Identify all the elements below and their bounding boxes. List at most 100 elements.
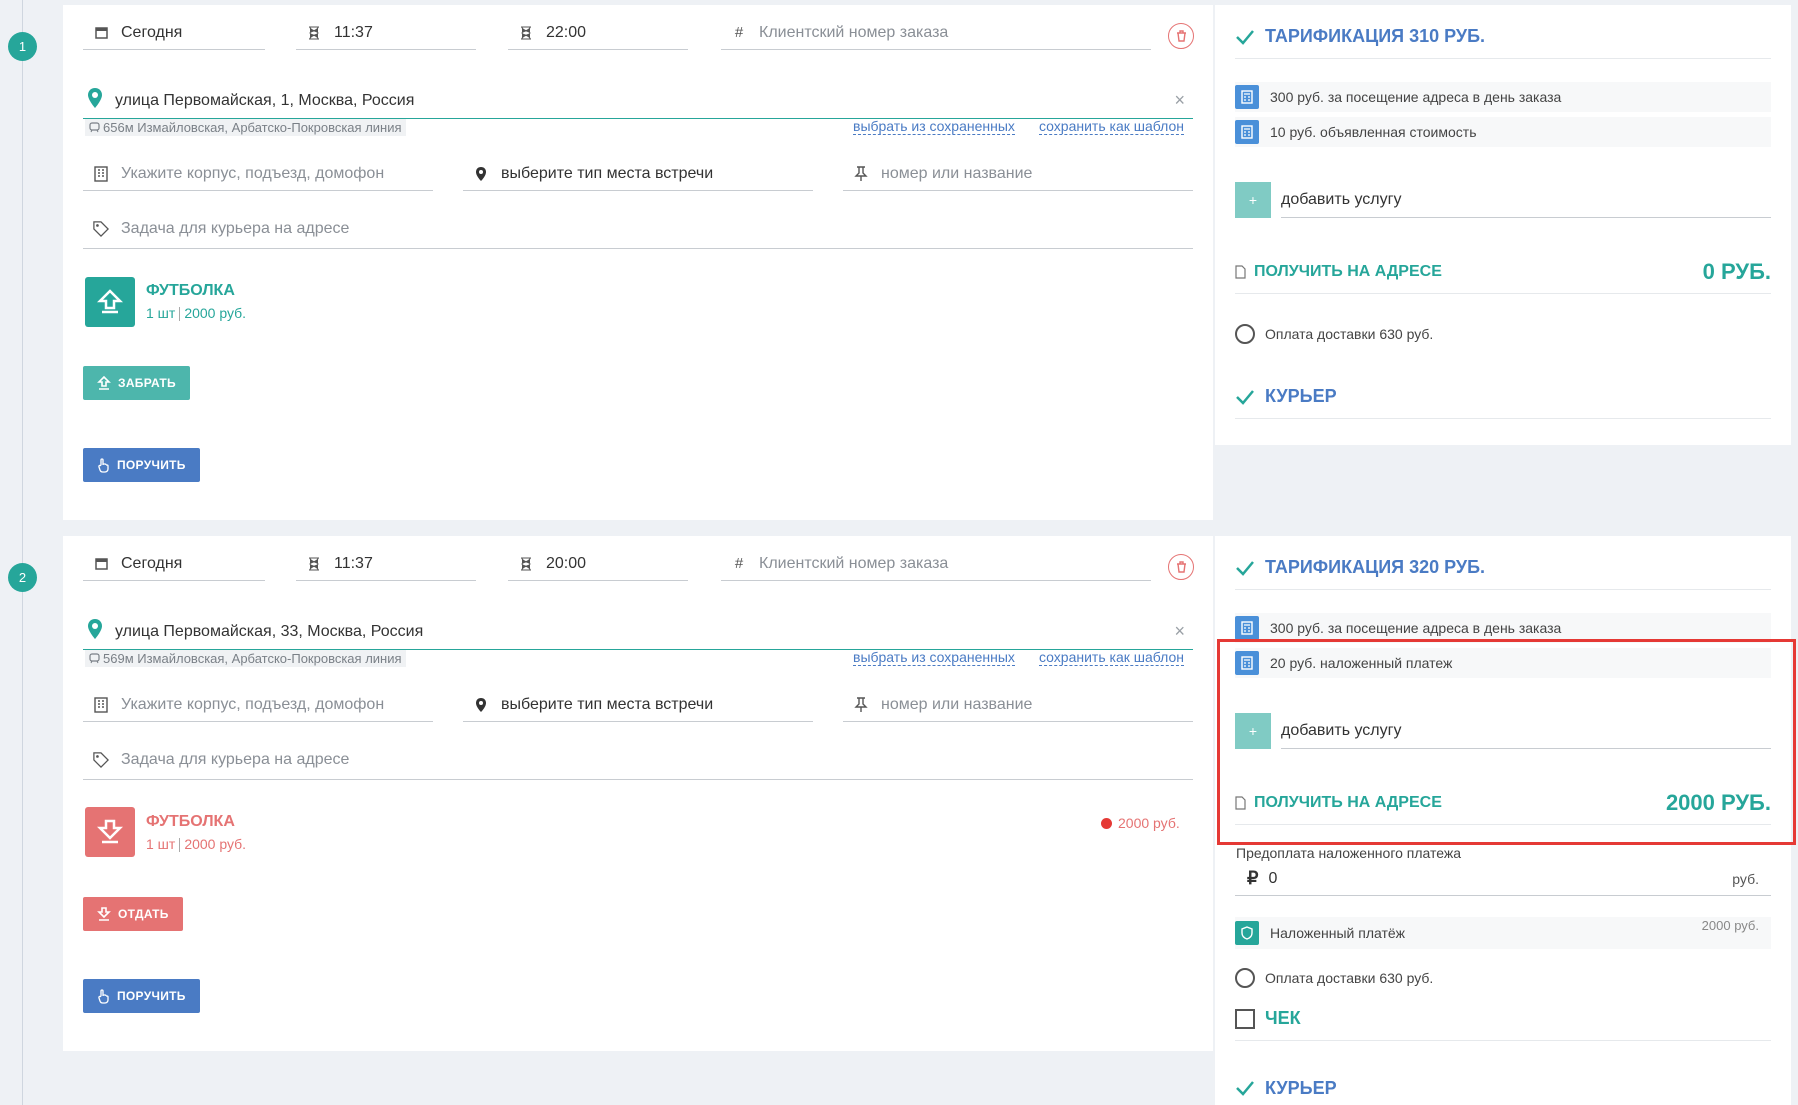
checkmark-icon — [1236, 560, 1254, 576]
task-textarea[interactable]: Задача для курьера на адресе — [83, 209, 1193, 249]
prepay-label: Предоплата наложенного платежа — [1236, 845, 1462, 861]
hourglass-icon — [306, 556, 322, 572]
receipt-header[interactable]: ЧЕК — [1235, 997, 1771, 1041]
save-template-link[interactable]: сохранить как шаблон — [1039, 649, 1184, 666]
meeting-type-select[interactable]: выберите тип места встречи — [463, 688, 813, 722]
client-number-placeholder: Клиентский номер заказа — [759, 23, 949, 41]
deliver-button[interactable]: ОТДАТЬ — [83, 897, 183, 931]
red-dot-icon — [1101, 817, 1112, 829]
goods-details: 1 шт 2000 руб. — [146, 836, 246, 853]
trash-icon — [1176, 30, 1186, 42]
train-icon — [89, 122, 100, 133]
prepay-unit: руб. — [1732, 870, 1759, 887]
delete-order-button[interactable] — [1168, 23, 1194, 49]
metro-hint: 569м Измайловская, Арбатско-Покровская л… — [85, 650, 406, 667]
hourglass-icon — [306, 25, 322, 41]
time-to-value: 22:00 — [546, 23, 587, 41]
service-label: 10 руб. объявленная стоимость — [1270, 124, 1477, 140]
order-card-1: Сегодня 11:37 22:00 # Клиентский номер з… — [63, 5, 1213, 520]
tag-icon — [93, 220, 109, 237]
delivery-payment-option[interactable]: Оплата доставки 630 руб. — [1235, 324, 1433, 344]
goods-title[interactable]: ФУТБОЛКА — [146, 813, 235, 831]
time-to-field[interactable]: 22:00 — [508, 16, 688, 50]
pickup-button-label: ЗАБРАТЬ — [118, 376, 176, 390]
save-template-link[interactable]: сохранить как шаблон — [1039, 118, 1184, 135]
cod-amount: 2000 руб. — [1701, 918, 1759, 933]
pick-saved-link[interactable]: выбрать из сохраненных — [853, 649, 1015, 666]
courier-header[interactable]: КУРЬЕР — [1235, 375, 1771, 419]
goods-qty: 1 шт — [146, 305, 176, 321]
date-value: Сегодня — [121, 554, 183, 572]
pick-saved-link[interactable]: выбрать из сохраненных — [853, 118, 1015, 135]
building-field[interactable]: Укажите корпус, подъезд, домофон — [83, 157, 433, 191]
clear-address-icon[interactable]: × — [1174, 90, 1185, 111]
building-field[interactable]: Укажите корпус, подъезд, домофон — [83, 688, 433, 722]
calculator-icon — [1235, 616, 1259, 640]
time-to-value: 20:00 — [546, 554, 587, 572]
place-number-field[interactable]: номер или название — [843, 157, 1193, 191]
tariff-header[interactable]: ТАРИФИКАЦИЯ 320 РУБ. — [1235, 546, 1771, 590]
service-label: 300 руб. за посещение адреса в день зака… — [1270, 620, 1562, 636]
add-service-button[interactable]: + — [1235, 182, 1271, 218]
place-number-placeholder: номер или название — [881, 695, 1033, 713]
hand-pointer-icon — [98, 988, 109, 1004]
service-label: 300 руб. за посещение адреса в день зака… — [1270, 89, 1562, 105]
time-from-field[interactable]: 11:37 — [296, 547, 476, 581]
client-number-field[interactable]: # Клиентский номер заказа — [721, 16, 1151, 50]
task-placeholder: Задача для курьера на адресе — [121, 750, 350, 768]
task-textarea[interactable]: Задача для курьера на адресе — [83, 740, 1193, 780]
metro-hint: 656м Измайловская, Арбатско-Покровская л… — [85, 119, 406, 136]
date-field[interactable]: Сегодня — [83, 547, 265, 581]
prepay-input[interactable]: ₽ 0 руб. — [1235, 862, 1771, 896]
address-input[interactable]: улица Первомайская, 33, Москва, Россия × — [83, 614, 1193, 650]
delivery-icon — [85, 807, 135, 857]
courier-header[interactable]: КУРЬЕР — [1235, 1066, 1771, 1105]
tariff-header[interactable]: ТАРИФИКАЦИЯ 310 РУБ. — [1235, 15, 1771, 59]
pickup-button[interactable]: ЗАБРАТЬ — [83, 366, 190, 400]
calculator-icon — [1235, 120, 1259, 144]
assign-button[interactable]: ПОРУЧИТЬ — [83, 448, 200, 482]
time-from-field[interactable]: 11:37 — [296, 16, 476, 50]
clear-address-icon[interactable]: × — [1174, 621, 1185, 642]
order-card-2: Сегодня 11:37 20:00 # Клиентский номер з… — [63, 536, 1213, 1051]
collect-at-address-row: ПОЛУЧИТЬ НА АДРЕСЕ 0 РУБ. — [1235, 250, 1771, 294]
address-value: улица Первомайская, 33, Москва, Россия — [115, 622, 424, 640]
add-service-input[interactable]: добавить услугу — [1281, 182, 1771, 218]
assign-button-label: ПОРУЧИТЬ — [117, 989, 186, 1003]
radio-button[interactable] — [1235, 968, 1255, 988]
client-number-field[interactable]: # Клиентский номер заказа — [721, 547, 1151, 581]
address-input[interactable]: улица Первомайская, 1, Москва, Россия × — [83, 83, 1193, 119]
goods-title[interactable]: ФУТБОЛКА — [146, 282, 235, 300]
place-number-field[interactable]: номер или название — [843, 688, 1193, 722]
time-to-field[interactable]: 20:00 — [508, 547, 688, 581]
hourglass-icon — [518, 25, 534, 41]
highlight-box — [1217, 639, 1796, 845]
metro-text: 569м Измайловская, Арбатско-Покровская л… — [103, 651, 402, 666]
cod-row: Наложенный платёж 2000 руб. — [1235, 917, 1771, 949]
checkmark-icon — [1236, 29, 1254, 45]
time-from-value: 11:37 — [334, 554, 373, 572]
building-icon — [93, 165, 109, 182]
delete-order-button[interactable] — [1168, 554, 1194, 580]
deliver-button-label: ОТДАТЬ — [118, 907, 169, 921]
goods-details: 1 шт 2000 руб. — [146, 305, 246, 322]
date-field[interactable]: Сегодня — [83, 16, 265, 50]
delivery-payment-option[interactable]: Оплата доставки 630 руб. — [1235, 968, 1433, 988]
timeline-line — [22, 0, 23, 1105]
cod-badge: 2000 руб. — [1101, 815, 1180, 831]
collect-label-text: ПОЛУЧИТЬ НА АДРЕСЕ — [1254, 262, 1442, 280]
assign-button[interactable]: ПОРУЧИТЬ — [83, 979, 200, 1013]
building-icon — [93, 696, 109, 713]
receipt-title: ЧЕК — [1265, 1008, 1301, 1028]
delivery-payment-label: Оплата доставки 630 руб. — [1265, 970, 1434, 986]
place-number-placeholder: номер или название — [881, 164, 1033, 182]
task-placeholder: Задача для курьера на адресе — [121, 219, 350, 237]
step-badge: 2 — [8, 563, 37, 592]
checkmark-icon — [1236, 389, 1254, 405]
checkbox[interactable] — [1235, 1008, 1255, 1029]
meeting-type-select[interactable]: выберите тип места встречи — [463, 157, 813, 191]
courier-title: КУРЬЕР — [1265, 386, 1337, 406]
download-icon — [97, 907, 111, 921]
metro-text: 656м Измайловская, Арбатско-Покровская л… — [103, 120, 402, 135]
radio-button[interactable] — [1235, 324, 1255, 344]
